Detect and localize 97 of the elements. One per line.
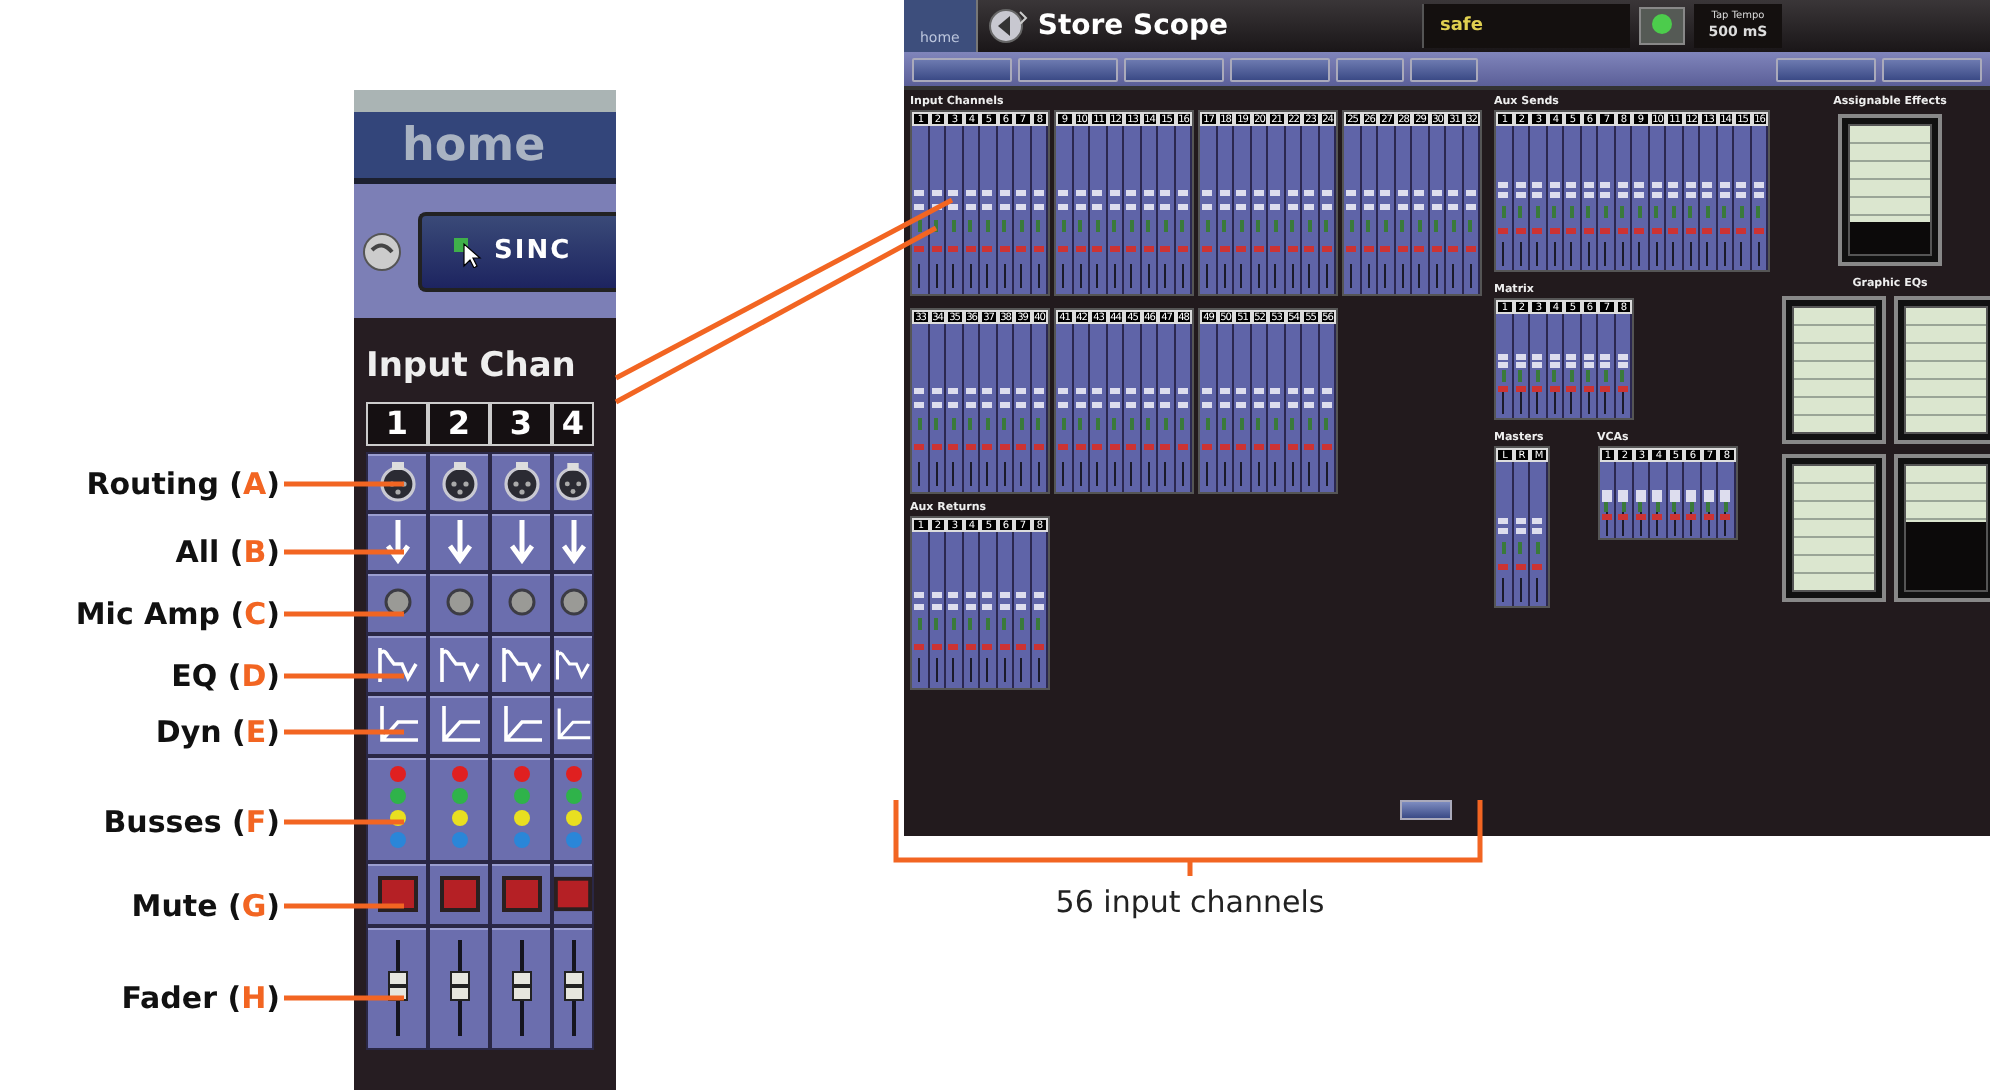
- callout-label: Fader (H): [121, 980, 280, 1016]
- fader-icon: [447, 937, 471, 1037]
- callout-label: Dyn (E): [155, 714, 280, 750]
- strip-button[interactable]: [552, 511, 594, 571]
- connector-icon: [439, 459, 479, 503]
- channel-number: 2: [428, 401, 490, 445]
- strip-button[interactable]: [366, 755, 428, 861]
- callout-label: EQ (D): [171, 658, 280, 694]
- key-button[interactable]: [1400, 800, 1452, 820]
- leader-line: [284, 673, 404, 679]
- strip-button[interactable]: [490, 511, 552, 571]
- strip-button[interactable]: [490, 633, 552, 693]
- fader-icon: [509, 937, 533, 1037]
- strip-button[interactable]: [428, 511, 490, 571]
- strip-button[interactable]: [428, 925, 490, 1049]
- leader-line: [284, 995, 404, 1001]
- strip-button[interactable]: [490, 693, 552, 755]
- indicator-icon: [1638, 6, 1686, 46]
- knob-icon: [362, 231, 402, 271]
- strip-button[interactable]: [552, 693, 594, 755]
- strip-button[interactable]: [366, 861, 428, 925]
- channel-number: 4: [552, 401, 594, 445]
- connector-icon: [501, 459, 541, 503]
- toolbar-button[interactable]: [1410, 57, 1478, 81]
- screen-title: Store Scope: [1037, 7, 1229, 45]
- strip-button[interactable]: [428, 861, 490, 925]
- channel-number: 3: [490, 401, 552, 445]
- strip-button[interactable]: [428, 755, 490, 861]
- down-arrow-icon: [507, 517, 535, 565]
- strip-button[interactable]: [552, 451, 594, 511]
- down-arrow-icon: [383, 517, 411, 565]
- strip-button[interactable]: [366, 511, 428, 571]
- dot-icon: [383, 588, 411, 616]
- eq-curve-icon: [499, 643, 543, 683]
- toolbar-button[interactable]: [1124, 57, 1224, 81]
- down-arrow-icon: [445, 517, 473, 565]
- dot-icon: [507, 588, 535, 616]
- bus-lights-icon: [449, 764, 469, 852]
- mute-square-icon: [439, 875, 479, 911]
- toolbar-button[interactable]: [912, 57, 1012, 81]
- home-tab[interactable]: home: [354, 112, 616, 184]
- status-field: safe: [1422, 4, 1630, 48]
- callout-label: Mic Amp (C): [75, 596, 280, 632]
- strip-button[interactable]: [490, 451, 552, 511]
- strip-button[interactable]: [366, 925, 428, 1049]
- strip-button[interactable]: [490, 755, 552, 861]
- callout-label: Busses (F): [103, 804, 280, 840]
- strip-button[interactable]: [428, 693, 490, 755]
- section-title: Input Chan: [364, 344, 578, 390]
- dynamics-curve-icon: [375, 702, 419, 746]
- bus-lights-icon: [563, 764, 583, 852]
- cursor-icon: [454, 235, 482, 267]
- leader-line: [284, 819, 404, 825]
- callout-label: Routing (A): [86, 466, 280, 502]
- dynamics-curve-icon: [437, 702, 481, 746]
- connector-icon: [377, 459, 417, 503]
- mute-square-icon: [501, 875, 541, 911]
- mute-square-icon: [554, 875, 592, 911]
- toolbar-button[interactable]: [1230, 57, 1330, 81]
- eq-curve-icon: [375, 643, 419, 683]
- fader-icon: [561, 937, 585, 1037]
- dynamics-curve-icon: [499, 702, 543, 746]
- strip-button[interactable]: [428, 451, 490, 511]
- leader-line: [284, 549, 404, 555]
- strip-button[interactable]: [552, 755, 594, 861]
- leader-line: [284, 611, 404, 617]
- eq-curve-icon: [437, 643, 481, 683]
- leader-line: [284, 729, 404, 735]
- toolbar-button[interactable]: [1336, 57, 1404, 81]
- strip-button[interactable]: [366, 451, 428, 511]
- strip-button[interactable]: [366, 693, 428, 755]
- strip-button[interactable]: [552, 925, 594, 1049]
- toolbar-button[interactable]: [1776, 57, 1876, 81]
- connector-icon: [554, 459, 592, 503]
- strip-button[interactable]: [552, 861, 594, 925]
- callout-label: Mute (G): [131, 888, 280, 924]
- mute-square-icon: [377, 875, 417, 911]
- bus-lights-icon: [511, 764, 531, 852]
- leader-line: [284, 903, 404, 909]
- strip-button[interactable]: [490, 925, 552, 1049]
- callout-label: All (B): [175, 534, 280, 570]
- strip-button[interactable]: [428, 633, 490, 693]
- strip-button[interactable]: [366, 633, 428, 693]
- dot-icon: [559, 588, 587, 616]
- channel-number: 1: [366, 401, 428, 445]
- toolbar-button[interactable]: [1018, 57, 1118, 81]
- fader-icon: [385, 937, 409, 1037]
- dot-icon: [445, 588, 473, 616]
- down-arrow-icon: [559, 517, 587, 565]
- strip-button[interactable]: [552, 633, 594, 693]
- toolbar-button[interactable]: [1882, 57, 1982, 81]
- scene-button[interactable]: SINC: [418, 211, 616, 291]
- back-icon: [985, 6, 1030, 46]
- figure-caption: 56 input channels: [1053, 882, 1327, 924]
- bus-lights-icon: [387, 764, 407, 852]
- strip-button[interactable]: [490, 861, 552, 925]
- leader-line: [284, 481, 404, 487]
